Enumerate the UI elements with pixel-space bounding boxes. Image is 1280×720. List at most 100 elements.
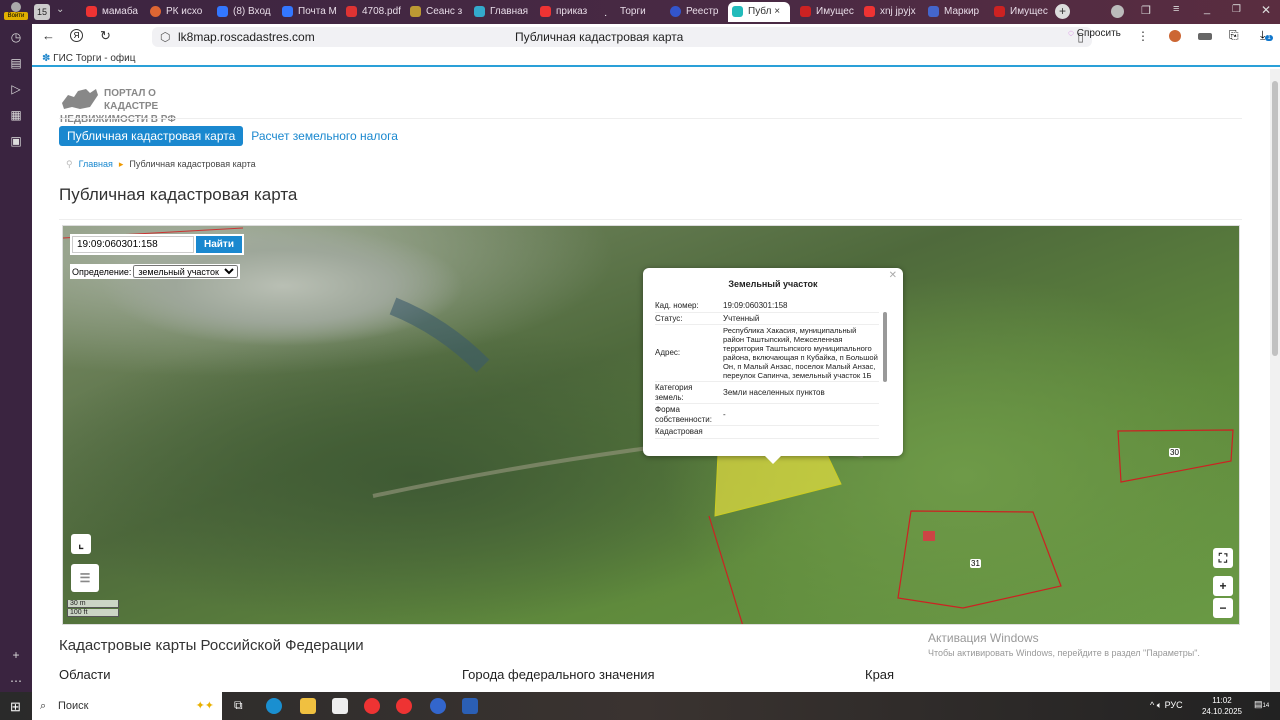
explorer-icon[interactable] — [300, 698, 316, 714]
new-tab-button[interactable]: + — [1055, 4, 1070, 19]
tab[interactable]: (8) Вход — [213, 2, 273, 22]
yandex-icon[interactable]: Я — [70, 29, 83, 42]
start-button[interactable]: ⊞ — [10, 699, 21, 715]
nav-public-map[interactable]: Публичная кадастровая карта — [59, 126, 244, 146]
layers-button[interactable]: ☰ — [71, 564, 99, 592]
restore-button[interactable]: ❐ — [1232, 4, 1241, 15]
profile-login[interactable]: 15Войти — [4, 2, 28, 22]
ask-button[interactable]: ◌ Спросить — [1068, 28, 1121, 39]
tab[interactable]: приказ — [536, 2, 594, 22]
tab[interactable]: РК исхо — [146, 2, 208, 22]
tab-count-button[interactable]: 15 — [34, 4, 50, 20]
close-icon[interactable]: ✕ — [889, 270, 897, 281]
zoom-in-button[interactable]: + — [1213, 576, 1233, 596]
find-button[interactable]: Найти — [196, 236, 242, 253]
video-icon[interactable]: ▷ — [0, 76, 32, 102]
back-icon[interactable]: ← — [42, 28, 55, 43]
bookmarks-bar: ✽ ГИС Торги - офиц — [32, 50, 1280, 67]
notes-icon[interactable]: ▤ — [0, 50, 32, 76]
minimize-button[interactable]: _ — [1204, 3, 1210, 15]
yandex-browser-icon[interactable] — [364, 698, 380, 714]
site-logo[interactable]: ПОРТАЛ О КАДАСТРЕ НЕДВИЖИМОСТИ В РФ — [60, 85, 176, 126]
taskbar-search[interactable]: ⌕ Поиск ✦✦ — [32, 692, 222, 720]
tabs-dropdown[interactable]: ⌄ — [56, 4, 64, 15]
tab[interactable]: Главная — [470, 2, 530, 22]
tab[interactable]: Имущес — [796, 2, 854, 22]
store-icon[interactable] — [332, 698, 348, 714]
windows-activation-watermark: Активация Windows Чтобы активировать Wind… — [928, 631, 1200, 658]
definition-control: Определение: земельный участок — [70, 264, 241, 279]
russia-map-icon — [62, 89, 98, 109]
table-row: Кад. номер: 19:09:060301:158 — [655, 300, 879, 313]
chevron-right-icon: ▸ — [118, 159, 124, 169]
tab[interactable]: 4708.pdf — [342, 2, 402, 22]
tab[interactable]: Почта М — [278, 2, 338, 22]
clock[interactable]: 11:02 24.10.2025 — [1202, 695, 1242, 717]
tab[interactable]: Маркир — [924, 2, 986, 22]
cadastral-map[interactable]: 30 31 Найти Определение: земельный участ… — [62, 225, 1240, 625]
page-title: Публичная кадастровая карта — [59, 185, 298, 204]
parcel-label[interactable]: 31 — [970, 559, 981, 568]
downloads-icon[interactable]: ⤓ 1 — [1260, 28, 1273, 43]
tab[interactable]: Имущес — [990, 2, 1048, 22]
tab[interactable]: Сеанс з — [406, 2, 466, 22]
calendar-icon[interactable]: ▦ — [0, 102, 32, 128]
section-col-cities: Города федерального значения — [462, 667, 655, 682]
page-title-in-address: Публичная кадастровая карта — [515, 30, 684, 44]
extension-icon[interactable] — [1169, 30, 1181, 42]
browser-tab-bar: 15Войти 15 ⌄ мамаба РК исхо (8) Вход Поч… — [0, 0, 1280, 24]
word-icon[interactable] — [462, 698, 478, 714]
add-panel-icon[interactable]: + — [0, 642, 32, 668]
zoom-out-button[interactable]: − — [1213, 598, 1233, 618]
fullscreen-button[interactable]: ⛶ — [1213, 548, 1233, 568]
tab[interactable]: xnj jpyjx — [860, 2, 918, 22]
avatar[interactable] — [1111, 5, 1124, 18]
menu-icon[interactable]: ≡ — [1173, 3, 1179, 15]
url-field[interactable]: ⬡ lk8map.roscadastres.com Публичная кадаст… — [152, 27, 1092, 47]
breadcrumb-home[interactable]: Главная — [79, 159, 113, 169]
tray-icons[interactable]: ^ 🔈︎ РУС — [1150, 700, 1183, 711]
collections-icon[interactable]: ❐ — [1141, 4, 1151, 17]
definition-select[interactable]: земельный участок — [133, 265, 239, 278]
bookmark-item[interactable]: ✽ ГИС Торги - офиц — [42, 53, 135, 64]
more-menu-icon[interactable]: ⋮ — [1137, 29, 1149, 43]
measure-tool-button[interactable]: ⌞ — [71, 534, 91, 554]
yandex-messenger-icon[interactable] — [430, 698, 446, 714]
cadastral-number-input[interactable] — [72, 236, 194, 253]
section-col-oblasti: Области — [59, 667, 111, 682]
reload-icon[interactable]: ↻ — [100, 28, 111, 44]
history-icon[interactable]: ◷ — [0, 24, 32, 50]
table-row: Форма собственности: - — [655, 403, 879, 426]
close-tab-icon[interactable]: × — [774, 6, 780, 17]
edge-icon[interactable] — [266, 698, 282, 714]
table-row: Статус: Учтенный — [655, 312, 879, 325]
site-nav: Публичная кадастровая карта Расчет земель… — [59, 126, 398, 146]
table-row: Адрес: Республика Хакасия, муниципальный … — [655, 324, 879, 382]
close-window-button[interactable]: ✕ — [1261, 3, 1271, 17]
breadcrumb: ⚲ Главная ▸ Публичная кадастровая карта — [66, 159, 256, 170]
nav-land-tax[interactable]: Расчет земельного налога — [251, 129, 398, 143]
tab[interactable]: Реестр — [666, 2, 724, 22]
popup-scrollbar[interactable] — [883, 304, 887, 444]
notifications-icon[interactable]: ▤14 — [1254, 699, 1269, 710]
address-bar-row: ← Я ↻ ⬡ lk8map.roscadastres.com Публичная … — [32, 24, 1280, 50]
section-title: Кадастровые карты Российской Федерации — [59, 637, 364, 654]
more-icon[interactable]: ⋯ — [0, 668, 32, 694]
extension-icon[interactable]: ⎘ — [1229, 28, 1239, 43]
tab[interactable]: · Торги — [600, 2, 660, 22]
task-view-icon[interactable]: ⧉ — [234, 698, 243, 713]
extension-icon[interactable] — [1198, 33, 1212, 40]
popup-title: Земельный участок — [728, 279, 818, 289]
media-icon[interactable]: ▣ — [0, 128, 32, 154]
page-scrollbar[interactable] — [1270, 69, 1280, 692]
web-page: ПОРТАЛ О КАДАСТРЕ НЕДВИЖИМОСТИ В РФ Публи… — [32, 69, 1270, 692]
parcel-info-popup: ✕ Земельный участок Кад. номер: 19:09:060… — [643, 268, 903, 464]
yandex-browser-icon-active[interactable] — [396, 698, 412, 714]
section-col-krai: Края — [865, 667, 895, 682]
tab[interactable]: мамаба — [82, 2, 140, 22]
parcel-label[interactable]: 30 — [1169, 448, 1180, 457]
map-search: Найти — [70, 234, 244, 255]
browser-sidebar: ◷ ▤ ▷ ▦ ▣ + ⋯ — [0, 24, 32, 692]
breadcrumb-current: Публичная кадастровая карта — [129, 159, 256, 169]
tab-active[interactable]: Публ × — [728, 2, 790, 22]
